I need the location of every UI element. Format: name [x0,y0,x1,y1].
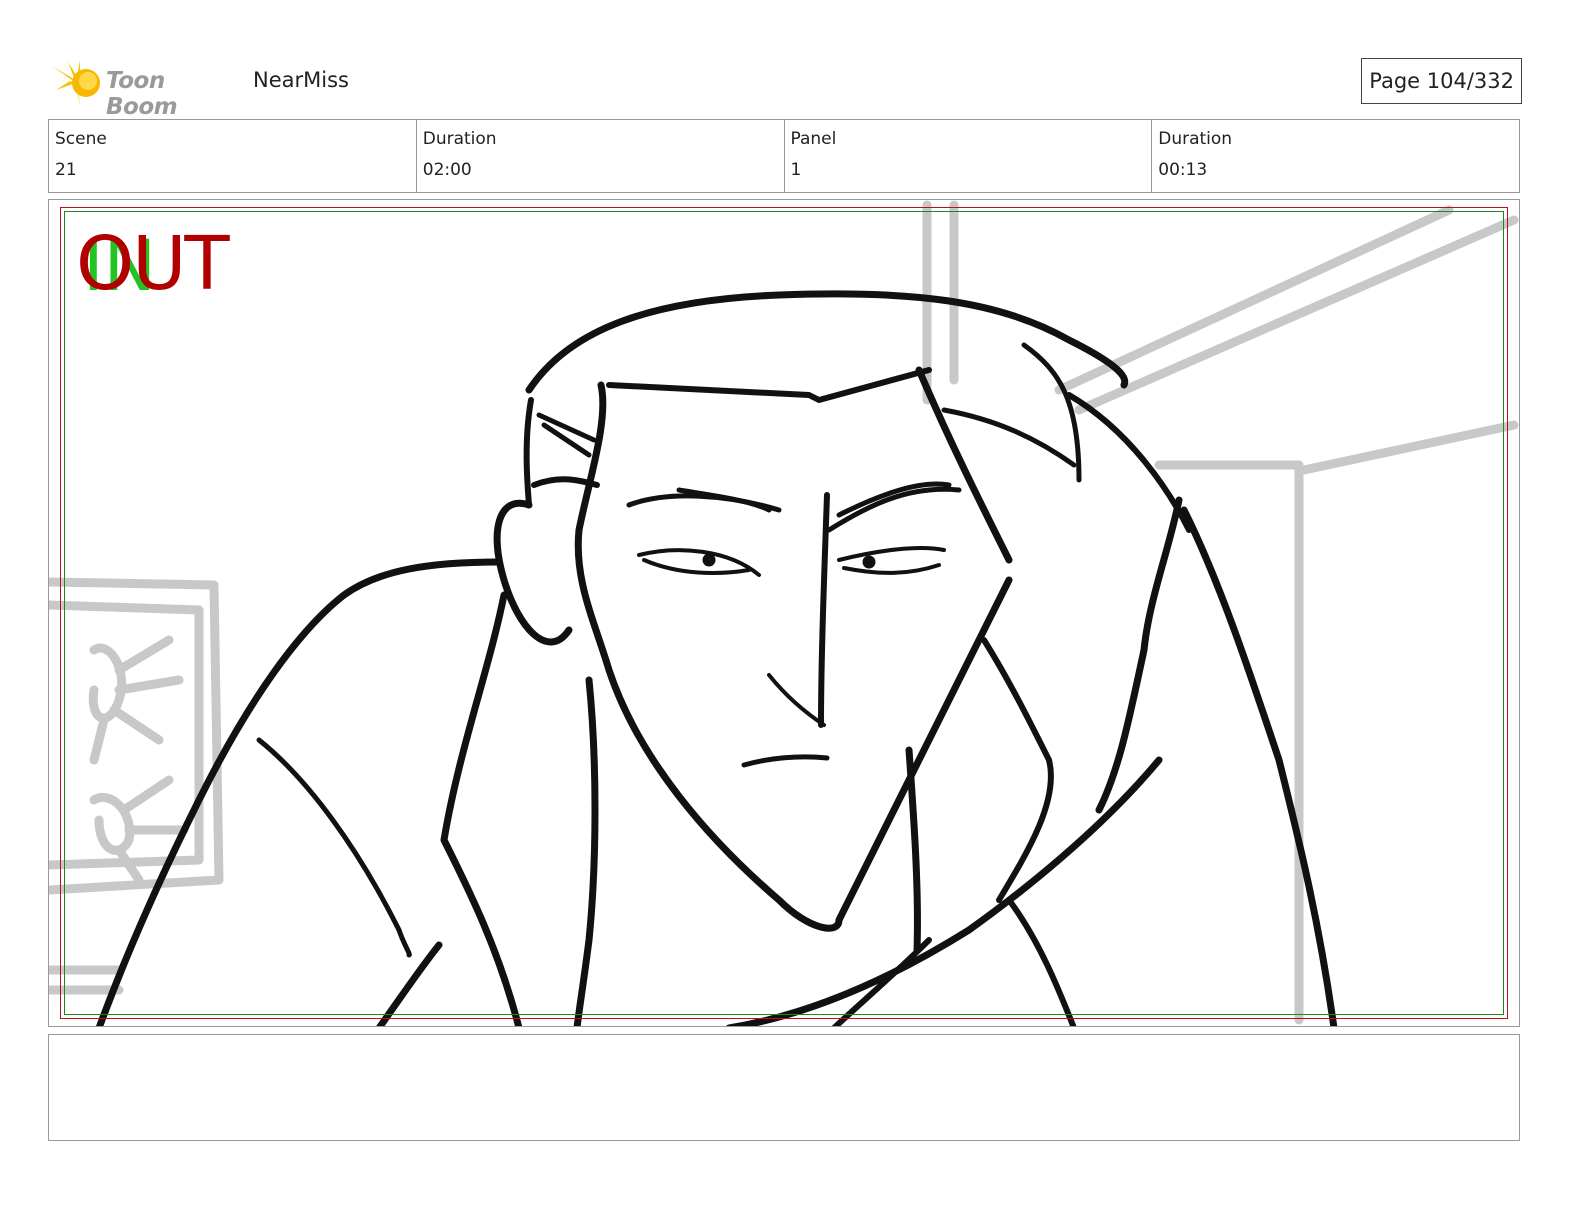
panel-value: 1 [790,160,802,180]
scene-duration-value: 02:00 [422,160,472,180]
toon-boom-logo: Toon Boom [50,56,240,120]
scene-cell: Scene 21 [49,120,417,192]
out-marker: OUT [76,221,230,307]
scene-duration-label: Duration [422,129,497,149]
page-indicator: Page 104/332 [1361,58,1522,104]
panel-label: Panel [790,129,837,149]
panel-info-table: Scene 21 Duration 02:00 Panel 1 Duration… [48,119,1520,193]
panel-duration-label: Duration [1158,129,1233,149]
safe-area-inner-guide [64,211,1504,1015]
panel-notes-box[interactable] [48,1034,1520,1141]
logo-text: Toon Boom [106,68,178,120]
page-header: Toon Boom NearMiss Page 104/332 [48,52,1522,120]
project-title: NearMiss [253,68,349,92]
panel-duration-value: 00:13 [1158,160,1208,180]
scene-label: Scene [55,129,107,149]
panel-cell: Panel 1 [785,120,1153,192]
storyboard-panel-frame: IN OUT [48,199,1520,1027]
panel-duration-cell: Duration 00:13 [1152,120,1519,192]
sun-logo-icon [50,60,100,106]
scene-value: 21 [55,160,77,180]
scene-duration-cell: Duration 02:00 [417,120,785,192]
